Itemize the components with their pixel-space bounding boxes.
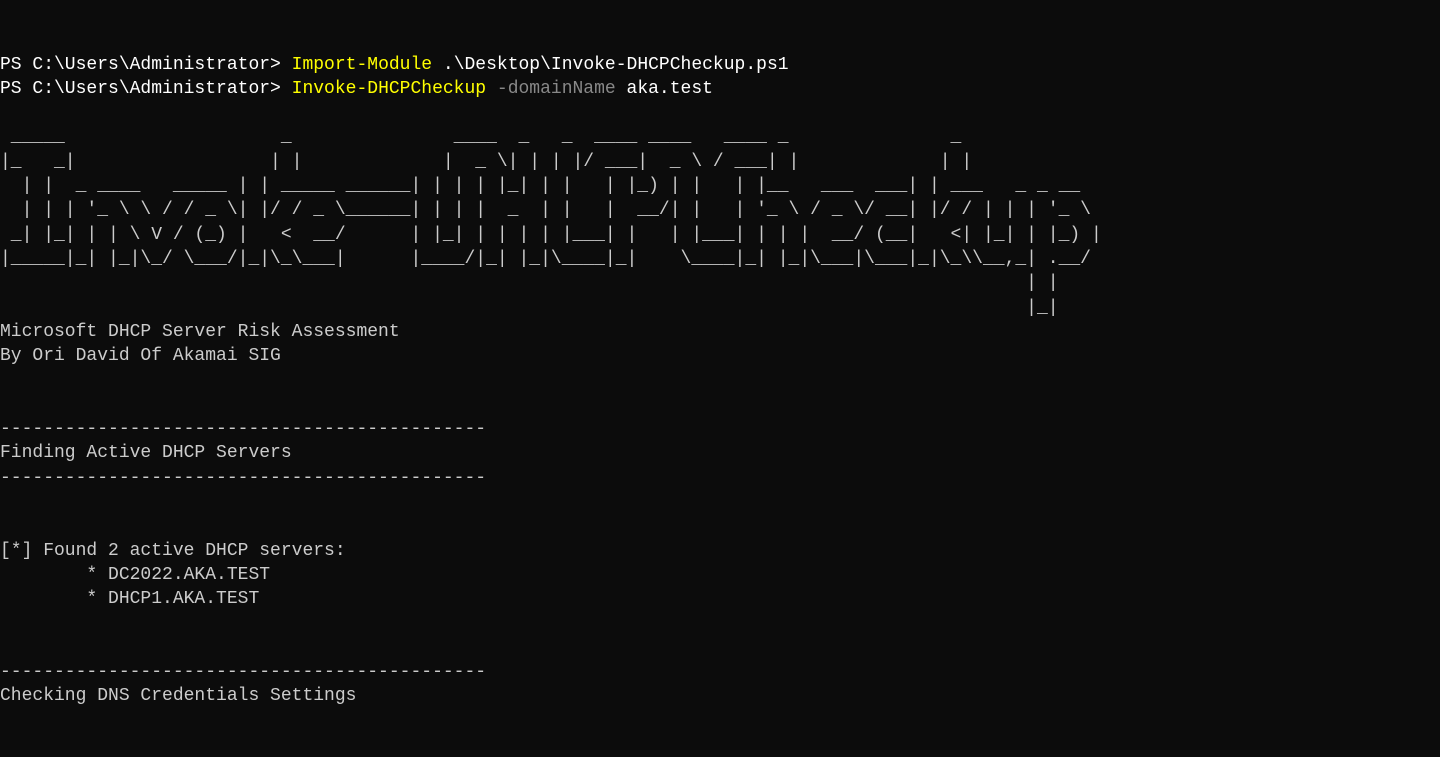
param-domainname: -domainName <box>497 79 627 99</box>
ps-prompt-2: PS C:\Users\Administrator> <box>0 79 292 99</box>
ps-prompt-1: PS C:\Users\Administrator> <box>0 55 292 75</box>
ascii-banner: _____ _ ____ _ _ ____ ____ ____ _ _ |_ _… <box>0 127 1102 317</box>
separator-2: ----------------------------------------… <box>0 468 486 488</box>
terminal-output: PS C:\Users\Administrator> Import-Module… <box>0 55 1102 707</box>
title-text: Microsoft DHCP Server Risk Assessment <box>0 322 400 342</box>
section-finding-servers: Finding Active DHCP Servers <box>0 443 292 463</box>
arg-path: .\Desktop\Invoke-DHCPCheckup.ps1 <box>443 55 789 75</box>
cmd-import-module: Import-Module <box>292 55 443 75</box>
server-entry-1: * DC2022.AKA.TEST <box>0 565 270 585</box>
arg-domain: aka.test <box>627 79 713 99</box>
section-dns-credentials: Checking DNS Credentials Settings <box>0 686 356 706</box>
server-entry-2: * DHCP1.AKA.TEST <box>0 589 259 609</box>
separator-3: ----------------------------------------… <box>0 662 486 682</box>
separator-1: ----------------------------------------… <box>0 419 486 439</box>
author-text: By Ori David Of Akamai SIG <box>0 346 281 366</box>
found-servers-line: [*] Found 2 active DHCP servers: <box>0 541 346 561</box>
cmd-invoke-dhcp: Invoke-DHCPCheckup <box>292 79 497 99</box>
